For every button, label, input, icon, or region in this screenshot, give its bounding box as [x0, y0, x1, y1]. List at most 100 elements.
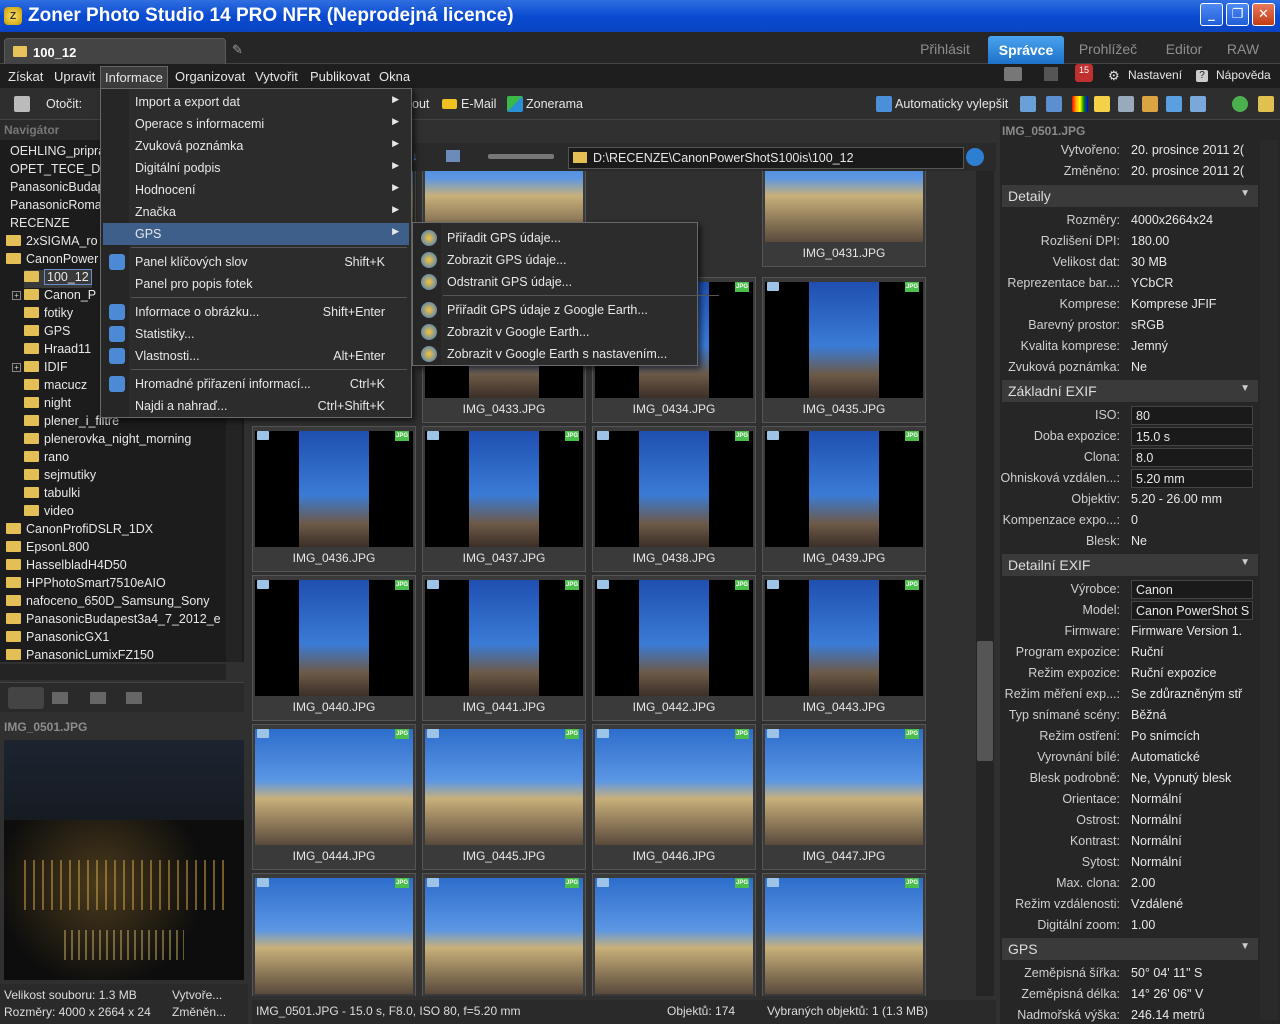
- zoom-slider[interactable]: [488, 154, 554, 159]
- thumbnail[interactable]: JPG IMG_0437.JPG: [422, 426, 586, 572]
- menu-organizovat[interactable]: Organizovat: [175, 69, 245, 84]
- tree-item[interactable]: 100_12: [24, 269, 92, 288]
- refresh-icon[interactable]: [966, 148, 984, 166]
- menu-informace[interactable]: Informace: [100, 66, 168, 88]
- menu-item[interactable]: Odstranit GPS údaje...: [415, 271, 721, 293]
- tree-item[interactable]: tabulki: [24, 486, 80, 504]
- menu-item[interactable]: Zvuková poznámka ▶: [103, 135, 409, 157]
- mode-editor[interactable]: Editor: [1154, 32, 1214, 64]
- tree-item[interactable]: PanasonicRoma: [10, 198, 102, 216]
- tree-item[interactable]: nafoceno_650D_Samsung_Sony: [6, 594, 209, 612]
- property-row[interactable]: Ohnisková vzdálen...: 5.20 mm: [1000, 468, 1258, 489]
- search-tab-icon[interactable]: [90, 692, 106, 704]
- thumbnail[interactable]: JPG IMG_0443.JPG: [762, 575, 926, 721]
- thumbnail[interactable]: JPG: [592, 873, 756, 996]
- view-mode-icon[interactable]: [446, 150, 460, 162]
- menu-item[interactable]: Přiřadit GPS údaje...: [415, 227, 721, 249]
- thumbnail[interactable]: JPG IMG_0438.JPG: [592, 426, 756, 572]
- resize-icon[interactable]: [1142, 96, 1158, 112]
- thumbnail[interactable]: JPG: [252, 873, 416, 996]
- property-value[interactable]: Canon PowerShot S: [1131, 601, 1253, 620]
- tree-item[interactable]: 2xSIGMA_ro: [6, 234, 98, 252]
- tree-item[interactable]: HPPhotoSmart7510eAIO: [6, 576, 166, 594]
- chevron-down-icon[interactable]: ▼: [1240, 383, 1250, 394]
- extra-icon[interactable]: [1258, 96, 1274, 112]
- navigator-hscrollbar[interactable]: [0, 664, 226, 680]
- property-row[interactable]: ISO: 80: [1002, 405, 1258, 426]
- menu-item[interactable]: Vlastnosti... Alt+Enter: [103, 345, 409, 367]
- menu-item[interactable]: Panel klíčových slov Shift+K: [103, 251, 409, 273]
- menu-item[interactable]: Zobrazit v Google Earth...: [415, 321, 721, 343]
- thumbnail[interactable]: JPG IMG_0436.JPG: [252, 426, 416, 572]
- tree-item[interactable]: PanasonicBudapest3a4_7_2012_e: [6, 612, 221, 630]
- menu-item[interactable]: Operace s informacemi ▶: [103, 113, 409, 135]
- tree-item[interactable]: RECENZE: [10, 216, 70, 234]
- tree-item[interactable]: PanasonicGX1: [6, 630, 109, 648]
- section-header[interactable]: GPS ▼: [1002, 938, 1258, 960]
- menu-okna[interactable]: Okna: [379, 69, 410, 84]
- thumbnail[interactable]: JPG IMG_0444.JPG: [252, 724, 416, 870]
- thumbnail[interactable]: IMG_0431.JPG: [762, 171, 926, 267]
- menu-item[interactable]: Import a export dat ▶: [103, 91, 409, 113]
- share-icon[interactable]: [1190, 96, 1206, 112]
- tree-item[interactable]: CanonProfiDSLR_1DX: [6, 522, 153, 540]
- tree-item[interactable]: + IDIF: [12, 360, 68, 378]
- tree-item[interactable]: HasselbladH4D50: [6, 558, 127, 576]
- zoom-icon[interactable]: [1232, 96, 1248, 112]
- property-row[interactable]: Výrobce: Canon: [1002, 579, 1258, 600]
- close-button[interactable]: ✕: [1252, 3, 1275, 26]
- mode-raw[interactable]: RAW: [1220, 32, 1266, 64]
- menu-vytvorit[interactable]: Vytvořit: [255, 69, 298, 84]
- menu-item[interactable]: Zobrazit GPS údaje...: [415, 249, 721, 271]
- menu-item[interactable]: Hodnocení ▶: [103, 179, 409, 201]
- path-field[interactable]: D:\RECENZE\CanonPowerShotS100is\100_12: [568, 147, 964, 169]
- tree-item[interactable]: Hraad11: [24, 342, 91, 360]
- property-row[interactable]: Model: Canon PowerShot S: [1002, 600, 1258, 621]
- section-header[interactable]: Základní EXIF ▼: [1002, 380, 1258, 402]
- news-icon[interactable]: [1044, 67, 1058, 81]
- menu-item[interactable]: Statistiky...: [103, 323, 409, 345]
- camera-icon[interactable]: [14, 96, 30, 112]
- tree-item[interactable]: PanasonicBudap: [10, 180, 105, 198]
- chevron-down-icon[interactable]: ▼: [1240, 188, 1250, 199]
- tree-item[interactable]: CanonPower: [6, 252, 98, 270]
- maximize-button[interactable]: ❐: [1226, 3, 1249, 26]
- menu-item[interactable]: Najdi a nahraď... Ctrl+Shift+K: [103, 395, 409, 417]
- tree-item[interactable]: sejmutiky: [24, 468, 96, 486]
- properties-scrollbar[interactable]: [1260, 140, 1278, 1020]
- property-value[interactable]: 8.0: [1131, 448, 1253, 467]
- menu-item[interactable]: Zobrazit v Google Earth s nastavením...: [415, 343, 721, 365]
- histogram-icon[interactable]: [1046, 96, 1062, 112]
- sharpen-icon[interactable]: [1118, 96, 1134, 112]
- document-tab[interactable]: 100_12: [4, 38, 226, 64]
- edit-icon[interactable]: ✎: [232, 42, 246, 57]
- section-header[interactable]: Detaily ▼: [1002, 185, 1258, 207]
- menu-item[interactable]: Přiřadit GPS údaje z Google Earth...: [415, 299, 721, 321]
- notification-badge[interactable]: 15: [1075, 64, 1093, 82]
- menu-ziskat[interactable]: Získat: [8, 69, 43, 84]
- mode-prohlizec[interactable]: Prohlížeč: [1072, 32, 1144, 64]
- thumbnail[interactable]: JPG IMG_0440.JPG: [252, 575, 416, 721]
- tree-item[interactable]: macucz: [24, 378, 87, 396]
- thumbnail[interactable]: JPG: [422, 873, 586, 996]
- menu-item[interactable]: Značka ▶: [103, 201, 409, 223]
- tree-item[interactable]: rano: [24, 450, 69, 468]
- property-row[interactable]: Doba expozice: 15.0 s: [1002, 426, 1258, 447]
- created-dropdown[interactable]: Vytvoře...: [172, 988, 222, 1002]
- mode-spravce[interactable]: Správce: [988, 36, 1064, 64]
- thumbnail[interactable]: JPG IMG_0441.JPG: [422, 575, 586, 721]
- grid-scrollbar-thumb[interactable]: [977, 641, 993, 761]
- thumbnail[interactable]: JPG: [762, 873, 926, 996]
- grid-scrollbar[interactable]: [976, 171, 994, 996]
- changed-dropdown[interactable]: Změněn...: [172, 1005, 226, 1019]
- autofix-button[interactable]: Automaticky vylepšit: [895, 97, 1008, 111]
- expand-icon[interactable]: +: [12, 291, 21, 300]
- sort-icon[interactable]: ↓: [412, 149, 418, 163]
- menu-item[interactable]: Panel pro popis fotek: [103, 273, 409, 295]
- thumbnail[interactable]: JPG IMG_0442.JPG: [592, 575, 756, 721]
- layout-button[interactable]: out: [412, 97, 429, 111]
- albums-tab-icon[interactable]: [52, 692, 68, 704]
- mode-prihlasit[interactable]: Přihlásit: [912, 32, 978, 64]
- tree-item[interactable]: EpsonL800: [6, 540, 89, 558]
- tree-item[interactable]: fotiky: [24, 306, 73, 324]
